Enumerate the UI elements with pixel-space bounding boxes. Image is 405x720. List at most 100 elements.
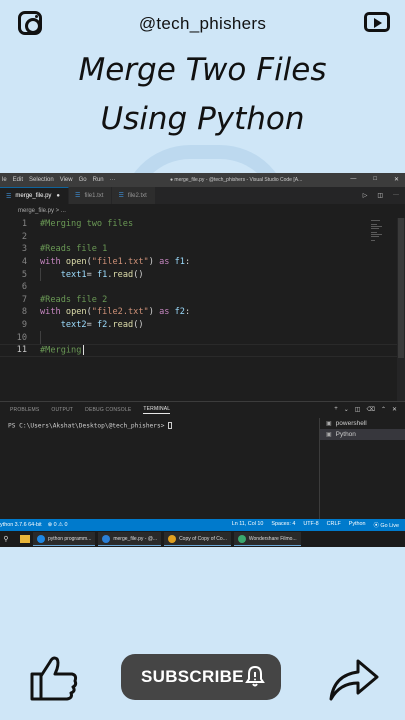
taskbar-item-label: Wondershare Filmo... <box>248 535 297 542</box>
tab-file2[interactable]: ☰ file2.txt <box>112 187 156 204</box>
panel-tab-problems[interactable]: PROBLEMS <box>10 407 39 413</box>
close-icon[interactable]: ✕ <box>394 176 399 183</box>
panel-tab-debug-console[interactable]: DEBUG CONSOLE <box>85 407 131 413</box>
code-text: with open("file2.txt") as f2: <box>40 307 190 317</box>
terminal-icon: ▣ <box>326 432 332 438</box>
taskbar-item-label: python programm... <box>48 535 92 542</box>
terminal-item-python[interactable]: ▣ Python <box>320 429 405 440</box>
code-line[interactable]: 9 text2= f2.read() <box>0 319 405 332</box>
tab-merge-file[interactable]: ☰ merge_file.py ● <box>0 187 70 204</box>
panel-tab-terminal[interactable]: TERMINAL <box>143 406 171 414</box>
search-icon[interactable]: ⚲ <box>0 535 12 543</box>
tab-label: file2.txt <box>127 192 147 199</box>
code-line[interactable]: 2 <box>0 231 405 244</box>
maximize-icon[interactable]: □ <box>373 176 377 183</box>
code-line[interactable]: 3 #Reads file 1 <box>0 243 405 256</box>
line-number: 4 <box>21 257 27 268</box>
split-editor-icon[interactable]: ◫ <box>377 192 383 199</box>
code-line[interactable]: 11 #Merging <box>0 343 405 357</box>
code-text: #Merging <box>40 344 85 355</box>
youtube-icon[interactable] <box>364 12 390 32</box>
minimize-icon[interactable]: — <box>350 176 356 183</box>
taskbar-item-label: Copy of Copy of Co... <box>179 535 227 542</box>
terminal-item-powershell[interactable]: ▣ powershell <box>320 418 405 429</box>
code-line[interactable]: 1 #Merging two files <box>0 218 405 231</box>
menu-item[interactable]: View <box>60 177 73 183</box>
close-panel-icon[interactable]: ✕ <box>392 406 397 413</box>
code-editor[interactable]: 1 #Merging two files 2 3 #Reads file 1 4 with … <box>0 218 405 416</box>
terminal-item-label: Python <box>335 431 356 438</box>
code-line[interactable]: 5 text1= f1.read() <box>0 268 405 281</box>
app-icon <box>102 534 111 543</box>
channel-handle: @tech_phishers <box>138 14 267 33</box>
line-number: 3 <box>21 244 27 255</box>
menu-item[interactable]: Go <box>79 177 87 183</box>
taskbar-item[interactable]: merge_file.py - @... <box>98 532 162 546</box>
menu-item[interactable]: Run <box>93 177 104 183</box>
editor-scrollbar[interactable] <box>397 218 405 416</box>
split-terminal-icon[interactable]: ◫ <box>355 406 361 413</box>
encoding-status[interactable]: UTF-8 <box>303 521 318 529</box>
menu-item[interactable]: le <box>2 177 7 183</box>
menu-item[interactable]: ··· <box>110 177 116 183</box>
code-line[interactable]: 6 <box>0 281 405 294</box>
code-line[interactable]: 4 with open("file1.txt") as f1: <box>0 256 405 269</box>
status-bar: ython 3.7.6 64-bit ⊗ 0 ⚠ 0 Ln 11, Col 10… <box>0 519 405 531</box>
app-icon <box>237 534 246 543</box>
python-interpreter-status[interactable]: ython 3.7.6 64-bit <box>0 522 42 528</box>
taskbar-item-label: merge_file.py - @... <box>113 535 158 542</box>
code-text: text1= f1.read() <box>40 270 144 280</box>
file-explorer-icon[interactable] <box>20 535 30 543</box>
tab-file1[interactable]: ☰ file1.txt <box>69 187 113 204</box>
taskbar-item[interactable]: Copy of Copy of Co... <box>164 532 231 546</box>
go-live-button[interactable]: ⦿ Go Live <box>374 521 399 529</box>
minimap[interactable] <box>371 220 383 246</box>
breadcrumb[interactable]: merge_file.py > ... <box>0 204 405 218</box>
menu-item[interactable]: Edit <box>13 177 23 183</box>
code-line[interactable]: 8 with open("file2.txt") as f2: <box>0 306 405 319</box>
code-text: text2= f2.read() <box>40 320 144 330</box>
code-token: () <box>133 320 144 331</box>
menu-item[interactable]: Selection <box>29 177 54 183</box>
code-lines: 1 #Merging two files 2 3 #Reads file 1 4 with … <box>0 218 405 357</box>
window-controls: — □ ✕ <box>350 176 399 183</box>
code-token: #Reads file 1 <box>40 244 108 255</box>
code-token: f2 <box>174 307 185 318</box>
line-ending-status[interactable]: CRLF <box>327 521 341 529</box>
language-mode-status[interactable]: Python <box>349 521 366 529</box>
modified-dot-icon[interactable]: ● <box>56 193 60 199</box>
line-number: 8 <box>21 307 27 318</box>
maximize-panel-icon[interactable]: ⌃ <box>381 406 386 413</box>
terminal-prompt: PS C:\Users\Akshat\Desktop\@tech_phisher… <box>8 422 169 430</box>
taskbar-item[interactable]: python programm... <box>33 532 96 546</box>
code-token: f2 <box>96 320 108 331</box>
cursor-position-status[interactable]: Ln 11, Col 10 <box>232 521 264 529</box>
panel-tab-output[interactable]: OUTPUT <box>51 407 73 413</box>
taskbar-item[interactable]: Wondershare Filmo... <box>233 532 301 546</box>
subscribe-button[interactable]: SUBSCRIBE <box>121 654 281 700</box>
code-token: text2 <box>60 320 87 331</box>
code-token: = <box>86 320 97 331</box>
more-actions-icon[interactable]: ··· <box>393 192 399 199</box>
code-line[interactable]: 10 <box>0 331 405 344</box>
text-cursor <box>83 344 85 355</box>
run-icon[interactable]: ▷ <box>363 192 368 199</box>
like-thumbs-up-icon[interactable] <box>28 652 80 704</box>
line-number: 6 <box>21 282 27 293</box>
subscribe-label: SUBSCRIBE <box>141 667 244 686</box>
problems-status[interactable]: ⊗ 0 ⚠ 0 <box>48 522 68 528</box>
code-line[interactable]: 7 #Reads file 2 <box>0 294 405 307</box>
code-token: : <box>184 307 191 318</box>
indentation-status[interactable]: Spaces: 4 <box>271 521 295 529</box>
dropdown-icon[interactable]: ⌄ <box>344 406 349 413</box>
code-token: with <box>40 257 61 268</box>
window-title: ● merge_file.py - @tech_phishers - Visua… <box>170 177 303 183</box>
trash-icon[interactable]: ⌫ <box>366 406 374 413</box>
code-token: open <box>65 307 87 318</box>
panel-actions: + ⌄ ◫ ⌫ ⌃ ✕ <box>334 406 397 413</box>
add-terminal-icon[interactable]: + <box>334 406 338 413</box>
editor-actions: ▷ ◫ ··· <box>363 192 399 199</box>
share-arrow-icon[interactable] <box>328 655 380 703</box>
